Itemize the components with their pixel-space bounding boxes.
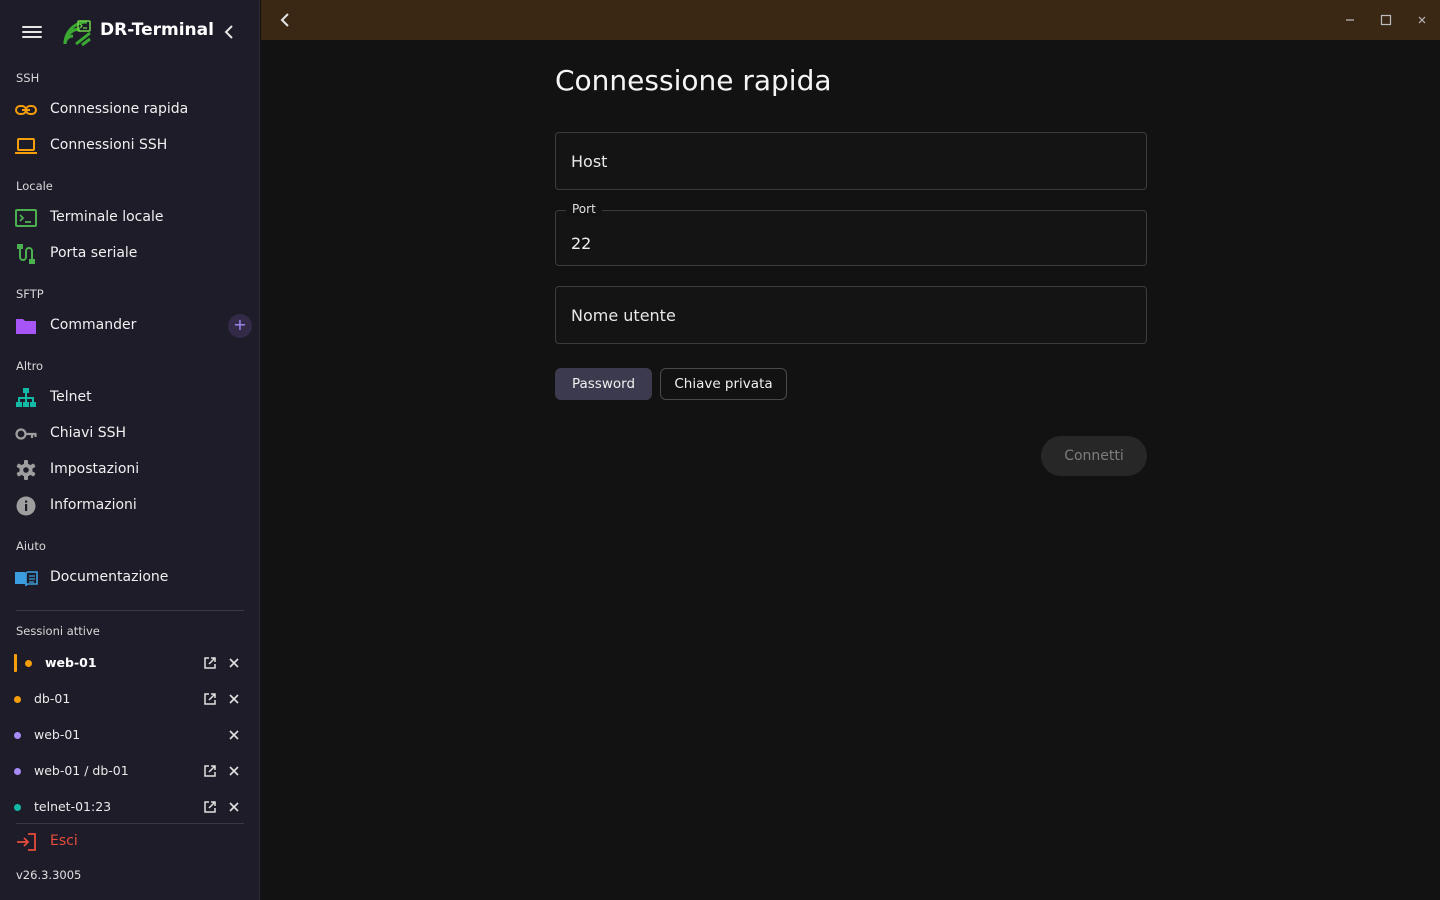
session-name: web-01 bbox=[45, 655, 97, 670]
open-external-icon[interactable] bbox=[203, 800, 217, 814]
session-item[interactable]: web-01 bbox=[0, 645, 260, 681]
exit-button[interactable]: Esci bbox=[0, 826, 260, 858]
connect-button[interactable]: Connetti bbox=[1041, 436, 1147, 476]
section-other: Altro bbox=[16, 359, 44, 373]
serial-cable-icon bbox=[17, 244, 35, 264]
network-icon bbox=[16, 388, 36, 407]
add-commander-button[interactable]: + bbox=[228, 314, 252, 338]
sidebar-item-ssh-keys[interactable]: Chiavi SSH bbox=[0, 416, 260, 452]
page-title: Connessione rapida bbox=[555, 64, 832, 97]
terminal-icon bbox=[15, 209, 37, 227]
sidebar-item-settings[interactable]: Impostazioni bbox=[0, 452, 260, 488]
session-item[interactable]: web-01 bbox=[0, 717, 260, 753]
close-icon[interactable] bbox=[228, 728, 240, 742]
close-icon[interactable] bbox=[228, 656, 240, 670]
username-field bbox=[555, 286, 1147, 344]
sidebar-item-commander[interactable]: Commander + bbox=[0, 308, 260, 344]
app-logo-icon bbox=[63, 20, 91, 47]
host-input[interactable] bbox=[556, 133, 1146, 189]
info-icon bbox=[16, 496, 36, 516]
section-help: Aiuto bbox=[16, 539, 46, 553]
section-sftp: SFTP bbox=[16, 287, 44, 301]
back-arrow-icon[interactable] bbox=[277, 12, 293, 28]
title-bar bbox=[261, 0, 1440, 40]
exit-label: Esci bbox=[50, 833, 78, 849]
close-icon[interactable] bbox=[228, 764, 240, 778]
app-version: v26.3.3005 bbox=[16, 868, 82, 882]
sidebar-item-telnet[interactable]: Telnet bbox=[0, 380, 260, 416]
key-icon bbox=[15, 428, 37, 440]
app-title: DR-Terminal bbox=[100, 20, 214, 40]
session-status-dot bbox=[14, 732, 21, 739]
sidebar-item-label: Connessione rapida bbox=[50, 101, 189, 117]
port-field: Port bbox=[555, 202, 1147, 266]
sidebar-item-label: Telnet bbox=[50, 389, 92, 405]
close-icon[interactable] bbox=[228, 800, 240, 814]
session-name: web-01 bbox=[34, 727, 81, 742]
minimize-icon[interactable] bbox=[1342, 12, 1358, 28]
section-active-sessions: Sessioni attive bbox=[16, 624, 100, 638]
close-window-icon[interactable] bbox=[1414, 12, 1430, 28]
sidebar-item-quick-connect[interactable]: Connessione rapida bbox=[0, 92, 260, 128]
port-input[interactable] bbox=[556, 211, 1146, 265]
sidebar-item-label: Commander bbox=[50, 317, 137, 333]
session-item[interactable]: web-01 / db-01 bbox=[0, 753, 260, 789]
private-key-auth-button[interactable]: Chiave privata bbox=[660, 368, 787, 400]
gear-icon bbox=[16, 460, 36, 480]
open-external-icon[interactable] bbox=[203, 692, 217, 706]
session-name: web-01 / db-01 bbox=[34, 763, 129, 778]
sidebar-item-label: Informazioni bbox=[50, 497, 137, 513]
close-icon[interactable] bbox=[228, 692, 240, 706]
session-status-dot bbox=[14, 768, 21, 775]
folder-icon bbox=[16, 319, 36, 334]
password-auth-button[interactable]: Password bbox=[555, 368, 652, 400]
book-icon bbox=[15, 571, 38, 587]
sidebar-item-label: Impostazioni bbox=[50, 461, 140, 477]
open-external-icon[interactable] bbox=[203, 764, 217, 778]
chevron-left-icon[interactable] bbox=[220, 22, 238, 42]
sidebar-header: DR-Terminal bbox=[0, 0, 260, 64]
sidebar-item-docs[interactable]: Documentazione bbox=[0, 560, 260, 596]
sidebar-item-label: Documentazione bbox=[50, 569, 169, 585]
session-status-dot bbox=[25, 660, 32, 667]
sidebar-item-ssh-connections[interactable]: Connessioni SSH bbox=[0, 128, 260, 164]
section-local: Locale bbox=[16, 179, 53, 193]
link-icon bbox=[15, 105, 37, 115]
session-item[interactable]: db-01 bbox=[0, 681, 260, 717]
section-ssh: SSH bbox=[16, 71, 40, 85]
divider bbox=[16, 823, 244, 824]
host-field bbox=[555, 132, 1147, 190]
session-status-dot bbox=[14, 696, 21, 703]
logout-icon bbox=[17, 833, 36, 851]
laptop-icon bbox=[15, 138, 37, 154]
sidebar-item-label: Connessioni SSH bbox=[50, 137, 168, 153]
session-name: db-01 bbox=[34, 691, 71, 706]
username-input[interactable] bbox=[556, 287, 1146, 343]
session-status-dot bbox=[14, 804, 21, 811]
sidebar-item-label: Terminale locale bbox=[50, 209, 164, 225]
sidebar-item-label: Porta seriale bbox=[50, 245, 138, 261]
sidebar: DR-Terminal SSH Connessione rapida Conne… bbox=[0, 0, 260, 900]
sidebar-item-info[interactable]: Informazioni bbox=[0, 488, 260, 524]
open-external-icon[interactable] bbox=[203, 656, 217, 670]
maximize-icon[interactable] bbox=[1378, 12, 1394, 28]
session-item[interactable]: telnet-01:23 bbox=[0, 789, 260, 825]
sidebar-item-local-terminal[interactable]: Terminale locale bbox=[0, 200, 260, 236]
sidebar-item-serial-port[interactable]: Porta seriale bbox=[0, 236, 260, 272]
menu-icon[interactable] bbox=[20, 22, 44, 42]
active-session-indicator bbox=[14, 654, 17, 672]
sidebar-item-label: Chiavi SSH bbox=[50, 425, 127, 441]
divider bbox=[16, 610, 244, 611]
session-name: telnet-01:23 bbox=[34, 799, 112, 814]
